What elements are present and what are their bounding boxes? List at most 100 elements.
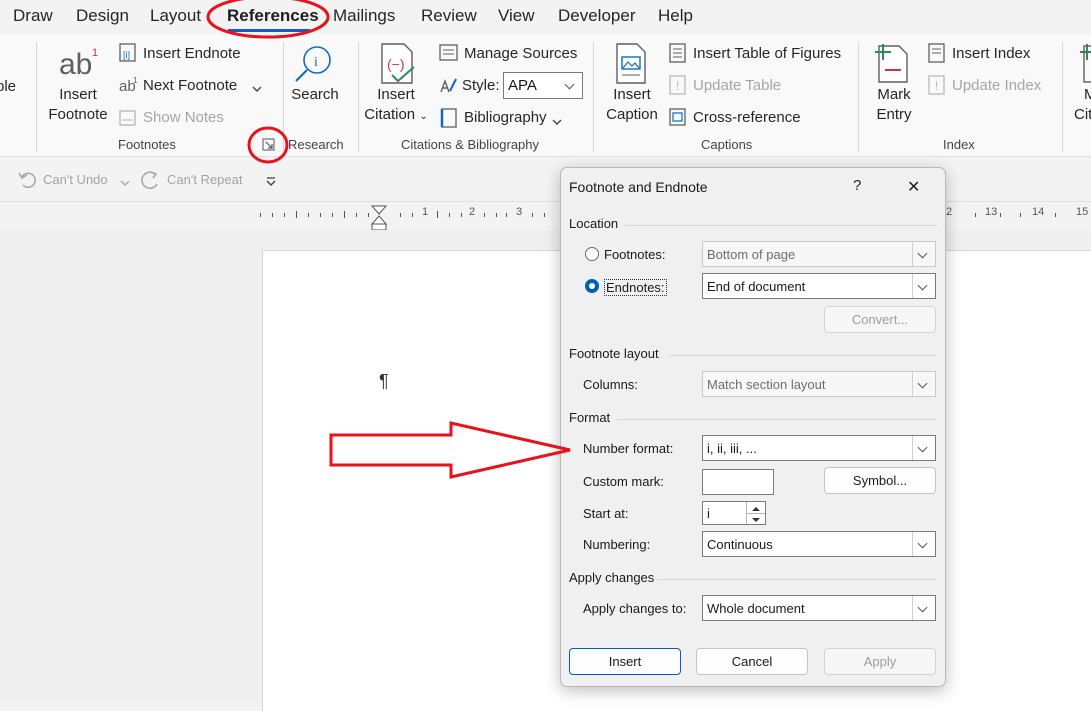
apply-button[interactable]: Apply — [824, 648, 936, 675]
insert-citation-button[interactable]: Insert Citation ⌄ — [360, 85, 432, 127]
undo-chevron-down-icon[interactable] — [120, 174, 130, 186]
ruler-number: 2 — [469, 206, 476, 218]
ribbon-divider — [593, 42, 594, 152]
help-button[interactable]: ? — [853, 177, 861, 194]
insert-caption-icon — [613, 43, 649, 85]
citation-style-select[interactable]: APA — [503, 72, 583, 99]
start-at-value: i — [707, 506, 710, 521]
insert-footnote-icon: ab 1 — [58, 44, 100, 81]
dialog-title: Footnote and Endnote — [569, 179, 708, 195]
undo-icon — [17, 169, 37, 189]
stepper-down-icon[interactable] — [746, 513, 765, 524]
style-label: Style: — [462, 77, 500, 94]
cross-reference-button[interactable]: Cross-reference — [693, 109, 801, 126]
ruler-number: 15 — [1076, 206, 1089, 218]
mark-citation-button-partial[interactable]: M Cit — [1072, 85, 1091, 125]
chevron-down-icon — [912, 436, 935, 460]
customize-toolbar-icon[interactable] — [265, 174, 277, 186]
symbol-button[interactable]: Symbol... — [824, 467, 936, 494]
section-divider — [625, 225, 937, 226]
show-notes-button[interactable]: Show Notes — [143, 109, 224, 126]
insert-caption-button[interactable]: Insert Caption — [600, 85, 664, 125]
tab-layout[interactable]: Layout — [150, 6, 201, 26]
footnotes-label: Footnotes: — [604, 247, 666, 262]
tab-draw[interactable]: Draw — [13, 6, 53, 26]
update-table-button[interactable]: Update Table — [693, 77, 781, 94]
convert-button[interactable]: Convert... — [824, 306, 936, 333]
endnotes-radio[interactable] — [585, 279, 599, 293]
bibliography-chevron-down-icon[interactable] — [552, 113, 562, 125]
tab-design[interactable]: Design — [76, 6, 129, 26]
bibliography-button[interactable]: Bibliography — [464, 109, 547, 126]
insert-citation-label-2: Citation — [364, 106, 416, 123]
cancel-button[interactable]: Cancel — [696, 648, 808, 675]
columns-label: Columns: — [583, 377, 638, 392]
tab-view[interactable]: View — [498, 6, 535, 26]
svg-text:1: 1 — [133, 76, 138, 85]
footnotes-radio[interactable] — [585, 247, 599, 261]
tab-mailings[interactable]: Mailings — [333, 6, 395, 26]
svg-text:1: 1 — [92, 47, 98, 59]
citation-style-value: APA — [508, 77, 537, 94]
insert-index-button[interactable]: Insert Index — [952, 45, 1030, 62]
tab-help[interactable]: Help — [658, 6, 693, 26]
undo-button[interactable]: Can't Undo — [43, 172, 108, 187]
number-format-label: Number format: — [583, 441, 674, 456]
close-icon[interactable]: ✕ — [907, 177, 920, 197]
apply-changes-to-select[interactable]: Whole document — [702, 595, 936, 621]
ribbon-divider — [36, 42, 37, 152]
ruler-number: 1 — [422, 206, 429, 218]
insert-citation-icon: (−) — [378, 43, 418, 85]
next-footnote-button[interactable]: Next Footnote — [143, 77, 237, 94]
svg-text:!: ! — [676, 79, 679, 93]
ruler-number: 13 — [985, 206, 998, 218]
columns-select[interactable]: Match section layout — [702, 371, 936, 397]
custom-mark-input[interactable] — [702, 469, 774, 495]
location-heading: Location — [569, 216, 619, 231]
manage-sources-button[interactable]: Manage Sources — [464, 45, 577, 62]
citations-group-label: Citations & Bibliography — [401, 137, 540, 152]
endnotes-position-select[interactable]: End of document — [702, 273, 936, 299]
repeat-icon — [140, 169, 162, 191]
tab-developer[interactable]: Developer — [558, 6, 636, 26]
captions-group-label: Captions — [701, 137, 753, 152]
footnote-endnote-dialog: Footnote and Endnote ? ✕ Location Footno… — [560, 167, 946, 687]
mark-entry-button[interactable]: Mark Entry — [866, 85, 922, 125]
insert-caption-label-1: Insert — [613, 86, 651, 103]
repeat-button[interactable]: Can't Repeat — [167, 172, 242, 187]
svg-text:!: ! — [935, 79, 938, 93]
next-footnote-chevron-down-icon[interactable] — [252, 80, 262, 92]
insert-footnote-button[interactable]: Insert Footnote — [40, 85, 116, 125]
apply-changes-to-label: Apply changes to: — [583, 601, 687, 616]
number-format-select[interactable]: i, ii, iii, ... — [702, 435, 936, 461]
mark-entry-label-2: Entry — [876, 106, 912, 123]
footnotes-position-select[interactable]: Bottom of page — [702, 241, 936, 267]
numbering-select[interactable]: Continuous — [702, 531, 936, 557]
ribbon-divider — [1062, 42, 1063, 152]
tab-review[interactable]: Review — [421, 6, 477, 26]
chevron-down-icon — [912, 242, 935, 266]
search-button[interactable]: Search — [288, 85, 342, 105]
footnotes-dialog-launcher-icon[interactable] — [262, 138, 276, 152]
mark-citation-label-2: Cit — [1074, 106, 1091, 123]
insert-button[interactable]: Insert — [569, 648, 681, 675]
ribbon: ble ab 1 Insert Footnote [i] Insert Endno… — [0, 34, 1091, 157]
footnotes-position-value: Bottom of page — [707, 247, 796, 262]
style-icon — [438, 75, 458, 95]
insert-table-of-figures-button[interactable]: Insert Table of Figures — [693, 45, 841, 62]
section-divider — [669, 355, 937, 356]
start-at-stepper[interactable]: i — [702, 501, 766, 525]
endnotes-position-value: End of document — [707, 279, 806, 294]
insert-endnote-button[interactable]: Insert Endnote — [143, 45, 241, 62]
search-icon: i — [292, 42, 336, 86]
apply-changes-heading: Apply changes — [569, 570, 655, 585]
update-index-button[interactable]: Update Index — [952, 77, 1041, 94]
format-heading: Format — [569, 410, 611, 425]
svg-text:(−): (−) — [387, 56, 405, 72]
cross-reference-icon — [668, 107, 688, 127]
footnote-layout-heading: Footnote layout — [569, 346, 659, 361]
ruler-number: 3 — [516, 206, 523, 218]
pilcrow-mark: ¶ — [379, 371, 389, 391]
endnotes-label: Endnotes: — [604, 279, 667, 296]
tab-references[interactable]: References — [227, 6, 319, 26]
